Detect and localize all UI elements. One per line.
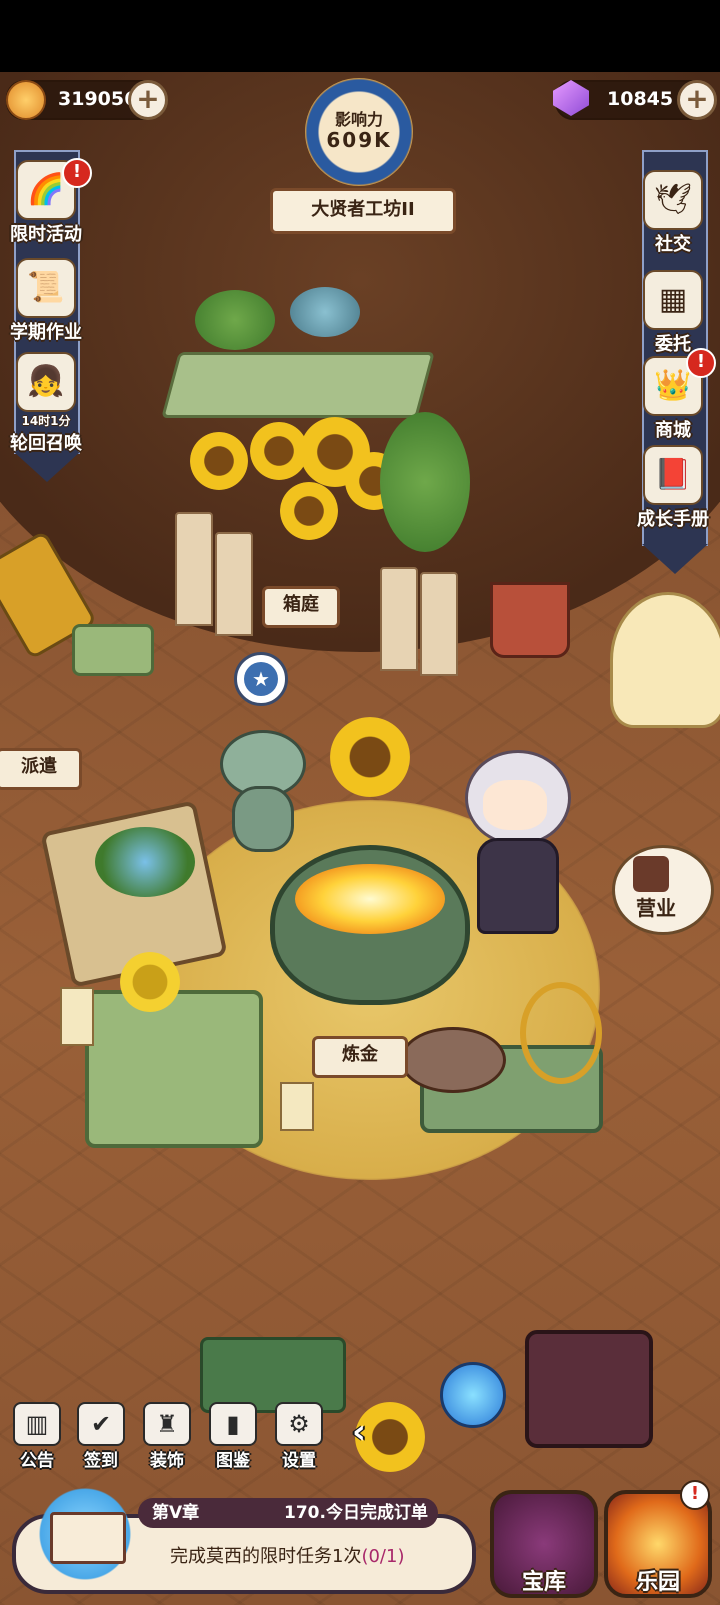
influence-label: 影响力 (334, 110, 383, 129)
alchemy-cauldron[interactable] (270, 845, 470, 1005)
star-icon: ★ (244, 662, 278, 696)
menu-label: 商城 (655, 420, 691, 441)
sunflower (330, 717, 410, 797)
announcement-icon: ▥ (13, 1402, 61, 1446)
yellow-flower (120, 952, 180, 1012)
shop-stall-icon (633, 856, 669, 892)
menu-label: 学期作业 (10, 322, 82, 343)
influence-value: 609K (326, 128, 392, 152)
quest-chapter: 第V章 (152, 1503, 200, 1523)
menu-social[interactable]: 🕊 社交 (623, 170, 720, 256)
fence-post (215, 532, 253, 636)
menu-label: 成长手册 (637, 509, 709, 530)
decoration-icon: ♜ (143, 1402, 191, 1446)
tomato-vine (380, 412, 470, 552)
codex-icon: ▮ (209, 1402, 257, 1446)
fence-post (420, 572, 458, 676)
status-bar (0, 0, 720, 72)
sunflower (190, 432, 248, 490)
social-icon: 🕊 (643, 170, 703, 230)
collapse-menu-chevron-icon[interactable]: ‹ (352, 1412, 382, 1452)
menu-label: 限时活动 (10, 224, 82, 245)
growth-book-icon: 📕 (643, 445, 703, 505)
workshop-scene (0, 72, 720, 1605)
glowing-sack (610, 592, 720, 728)
quest-progress: (0/1) (361, 1546, 405, 1567)
water-bowl (290, 287, 360, 337)
notification-badge: ! (62, 158, 92, 188)
candle (280, 1082, 314, 1131)
gem-icon (553, 80, 589, 116)
blue-gem (440, 1362, 506, 1428)
menu-homework[interactable]: 📜 学期作业 (0, 258, 96, 344)
herb-basket (400, 1027, 506, 1093)
alchemy-sign[interactable]: 炼金 (312, 1036, 408, 1078)
homework-icon: 📜 (16, 258, 76, 318)
workshop-name-ribbon[interactable]: 大贤者工坊II (270, 188, 456, 234)
girl-body (477, 838, 559, 934)
treasure-chest-stack (525, 1330, 653, 1448)
settings-button[interactable]: ⚙ 设置 (270, 1402, 328, 1471)
add-gems-button[interactable]: + (677, 80, 717, 120)
notification-badge: ! (686, 348, 716, 378)
dragon-body (232, 786, 294, 852)
gem-counter: 10845 + (553, 80, 717, 120)
candle (60, 987, 94, 1046)
quest-desc-text: 完成莫西的限时任务1次 (170, 1546, 362, 1567)
blue-flower-box (95, 827, 195, 897)
stool (72, 624, 154, 676)
notification-badge: ! (680, 1480, 710, 1510)
potted-plant (195, 290, 275, 350)
summon-timer: 14时1分 (21, 414, 71, 428)
dragon-pet[interactable] (210, 720, 310, 852)
decoration-button[interactable]: ♜ 装饰 (138, 1402, 196, 1471)
dispatch-sign[interactable]: 派遣 (0, 748, 82, 790)
bottom-label: 装饰 (150, 1451, 184, 1471)
quest-description: 完成莫西的限时任务1次(0/1) (170, 1542, 404, 1568)
coin-counter: 319056 + (6, 80, 168, 120)
sunflower (280, 482, 338, 540)
business-button[interactable]: 营业 (612, 845, 714, 935)
menu-label: 轮回召唤 (10, 433, 82, 454)
quest-book-icon[interactable] (30, 1484, 140, 1584)
fence-post (380, 567, 418, 671)
alchemist-girl[interactable] (455, 720, 575, 960)
bottom-label: 签到 (84, 1451, 118, 1471)
commission-icon: ▦ (643, 270, 703, 330)
paradise-label: 乐园 (635, 1570, 680, 1595)
settings-icon: ⚙ (275, 1402, 323, 1446)
menu-commission[interactable]: ▦ 委托 (623, 270, 720, 356)
menu-summon[interactable]: 👧 14时1分 轮回召唤 (0, 352, 96, 455)
codex-button[interactable]: ▮ 图鉴 (204, 1402, 262, 1471)
coin-value: 319056 (58, 88, 138, 110)
girl-face (483, 780, 547, 830)
cauldron-brew (295, 864, 445, 934)
coin-icon (6, 80, 46, 120)
garden-sign[interactable]: 箱庭 (262, 586, 340, 628)
bottom-label: 设置 (282, 1451, 316, 1471)
quest-chapter-bar: 第V章 170.今日完成订单 (138, 1498, 438, 1528)
influence-emblem[interactable]: 影响力 609K (285, 72, 435, 200)
summon-icon: 👧 (16, 352, 76, 412)
gem-value: 10845 (607, 88, 674, 110)
treasury-button[interactable]: 宝库 (490, 1490, 598, 1598)
water-bucket (490, 582, 570, 658)
quest-title: 170.今日完成订单 (284, 1503, 428, 1523)
fence-post (175, 512, 213, 626)
bottom-label: 图鉴 (216, 1451, 250, 1471)
book-pages (50, 1512, 126, 1564)
checkin-button[interactable]: ✔ 签到 (72, 1402, 130, 1471)
brass-scale (520, 982, 602, 1084)
dragon-speech-bubble[interactable]: ★ (234, 652, 288, 706)
business-label: 营业 (636, 896, 676, 920)
announcement-button[interactable]: ▥ 公告 (8, 1402, 66, 1471)
add-coins-button[interactable]: + (128, 80, 168, 120)
checkin-icon: ✔ (77, 1402, 125, 1446)
menu-label: 社交 (655, 234, 691, 255)
treasury-label: 宝库 (521, 1570, 566, 1595)
bottom-label: 公告 (20, 1451, 54, 1471)
hanging-shelf (161, 352, 435, 418)
flower-planter (85, 990, 263, 1148)
menu-growth-book[interactable]: 📕 成长手册 (623, 445, 720, 531)
